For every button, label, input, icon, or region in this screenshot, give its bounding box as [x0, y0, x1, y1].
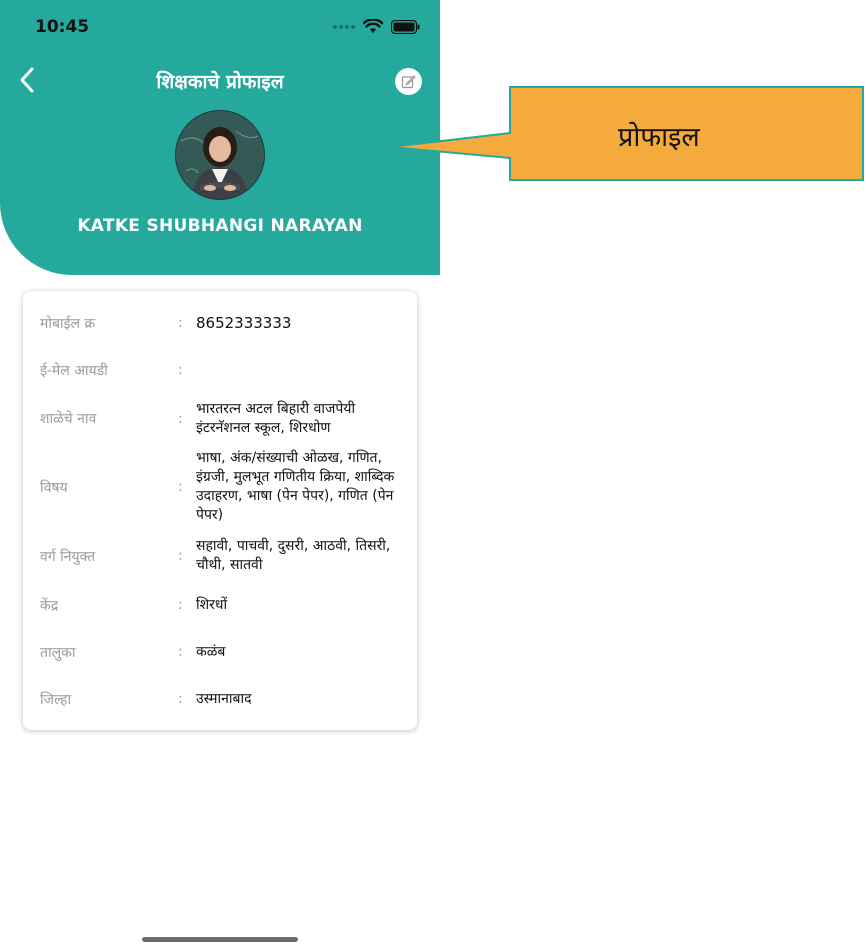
detail-row-school: शाळेचे नाव : भारतरत्न अटल बिहारी वाजपेयी…	[23, 400, 417, 438]
profile-header: 10:45 शिक्षकाचे प्रोफाइल KATKE SHUBHANGI…	[0, 0, 440, 275]
battery-icon	[391, 19, 420, 34]
detail-colon: :	[178, 548, 183, 564]
wifi-icon	[363, 19, 383, 33]
detail-colon: :	[178, 691, 183, 707]
detail-row-email: ई-मेल आयडी :	[23, 360, 417, 380]
profile-details-card: मोबाईल क्र : 8652333333 ई-मेल आयडी : शाळ…	[23, 291, 417, 730]
home-indicator	[142, 937, 298, 942]
avatar	[175, 110, 265, 200]
detail-value: 8652333333	[196, 313, 292, 332]
detail-row-mobile: मोबाईल क्र : 8652333333	[23, 313, 417, 333]
detail-value: शिरधों	[196, 596, 228, 613]
status-icons	[333, 19, 420, 34]
detail-label: वर्ग नियुक्त	[40, 548, 96, 565]
detail-label: शाळेचे नाव	[40, 411, 97, 427]
detail-label: ई-मेल आयडी	[40, 362, 108, 379]
page-title: शिक्षकाचे प्रोफाइल	[156, 71, 284, 93]
teacher-name: KATKE SHUBHANGI NARAYAN	[77, 216, 363, 236]
detail-colon: :	[178, 410, 183, 427]
detail-label: मोबाईल क्र	[40, 315, 96, 332]
phone-screen: 10:45 शिक्षकाचे प्रोफाइल KATKE SHUBHANGI…	[0, 0, 440, 952]
annotation-text: प्रोफाइल	[618, 122, 700, 153]
detail-value: भाषा, अंक/संख्याची ओळख, गणित, इंग्रजी, म…	[196, 450, 395, 523]
detail-colon: :	[178, 315, 183, 331]
detail-colon: :	[178, 362, 183, 378]
detail-row-district: जिल्हा : उस्मानाबाद	[23, 689, 417, 709]
status-time: 10:45	[35, 17, 90, 37]
detail-row-class: वर्ग नियुक्त : सहावी, पाचवी, दुसरी, आठवी…	[23, 537, 417, 575]
detail-value: कळंब	[196, 643, 226, 660]
detail-label: केंद्र	[40, 597, 59, 614]
detail-row-taluka: तालुका : कळंब	[23, 642, 417, 662]
detail-label: जिल्हा	[40, 691, 72, 708]
detail-value: भारतरत्न अटल बिहारी वाजपेयी इंटरनॅशनल स्…	[196, 400, 356, 436]
detail-colon: :	[178, 644, 183, 660]
detail-colon: :	[178, 597, 183, 613]
detail-row-subject: विषय : भाषा, अंक/संख्याची ओळख, गणित, इंग…	[23, 449, 417, 525]
signal-icon	[333, 24, 355, 29]
detail-colon: :	[178, 479, 183, 495]
detail-row-center: केंद्र : शिरधों	[23, 595, 417, 615]
detail-value: सहावी, पाचवी, दुसरी, आठवी, तिसरी, चौथी, …	[196, 538, 391, 573]
detail-label: तालुका	[40, 644, 76, 661]
detail-label: विषय	[40, 479, 68, 496]
detail-value: उस्मानाबाद	[196, 690, 252, 707]
